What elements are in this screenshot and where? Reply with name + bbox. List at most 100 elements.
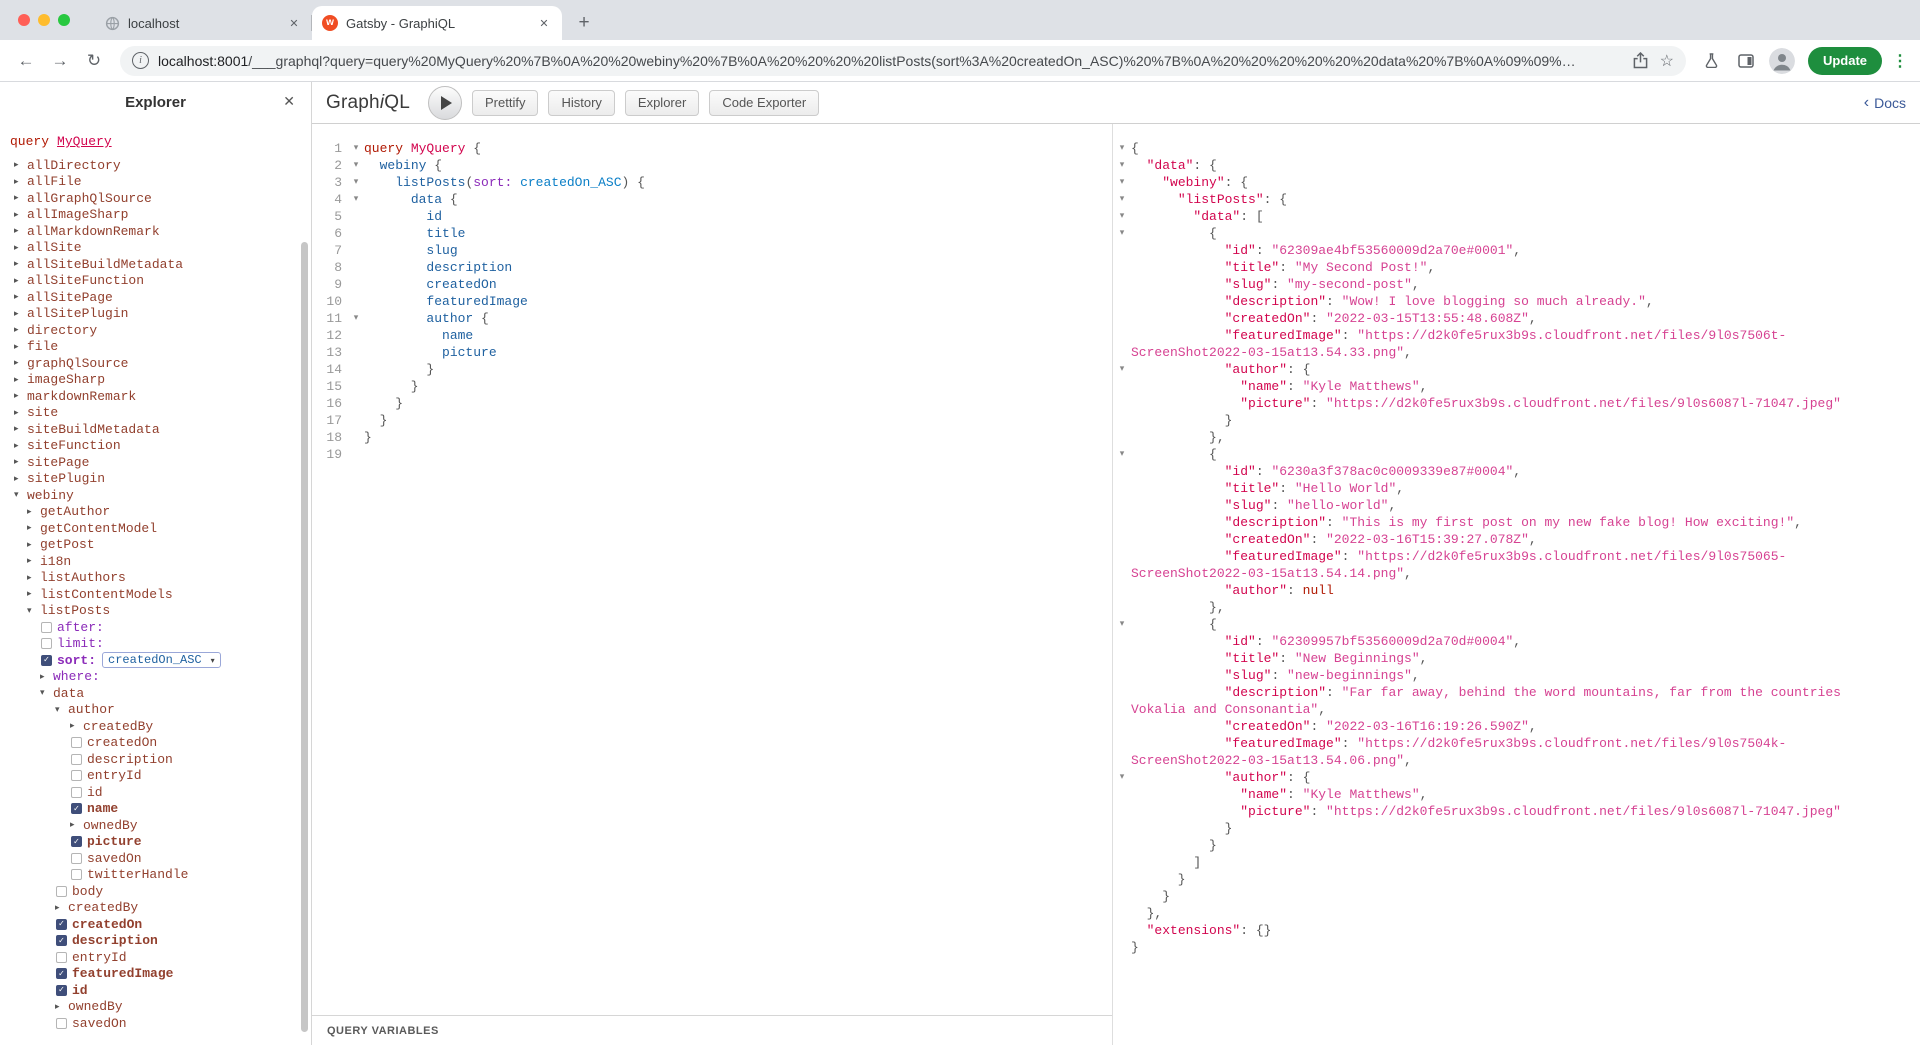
- explorer-node-getContentModel[interactable]: ▸getContentModel: [0, 520, 311, 537]
- explorer-node-featuredImage[interactable]: ✓featuredImage: [0, 966, 311, 983]
- fold-arrow-icon[interactable]: ▾: [1113, 361, 1131, 378]
- chevron-right-icon[interactable]: ▸: [14, 160, 27, 170]
- chevron-right-icon[interactable]: ▸: [14, 325, 27, 335]
- explorer-node-listAuthors[interactable]: ▸listAuthors: [0, 570, 311, 587]
- chevron-right-icon[interactable]: ▸: [14, 276, 27, 286]
- chevron-right-icon[interactable]: ▸: [14, 193, 27, 203]
- chevron-right-icon[interactable]: ▸: [27, 540, 40, 550]
- checkbox-checked-icon[interactable]: ✓: [56, 968, 67, 979]
- history-button[interactable]: History: [548, 90, 614, 116]
- explorer-node-entryId[interactable]: entryId: [0, 949, 311, 966]
- explorer-node-siteBuildMetadata[interactable]: ▸siteBuildMetadata: [0, 421, 311, 438]
- close-tab-icon[interactable]: ✕: [286, 15, 302, 31]
- checkbox-unchecked-icon[interactable]: [56, 1018, 67, 1029]
- explorer-node-body[interactable]: body: [0, 883, 311, 900]
- explorer-node-graphQlSource[interactable]: ▸graphQlSource: [0, 355, 311, 372]
- explorer-node-twitterHandle[interactable]: twitterHandle: [0, 867, 311, 884]
- fold-arrow-icon[interactable]: ▾: [1113, 191, 1131, 208]
- explorer-node-allSiteBuildMetadata[interactable]: ▸allSiteBuildMetadata: [0, 256, 311, 273]
- explorer-node-imageSharp[interactable]: ▸imageSharp: [0, 372, 311, 389]
- chevron-right-icon[interactable]: ▸: [70, 820, 83, 830]
- chevron-right-icon[interactable]: ▸: [14, 424, 27, 434]
- fold-arrow-icon[interactable]: ▾: [348, 174, 364, 191]
- chevron-right-icon[interactable]: ▸: [14, 375, 27, 385]
- operation-name[interactable]: MyQuery: [57, 134, 112, 149]
- explorer-node-getAuthor[interactable]: ▸getAuthor: [0, 504, 311, 521]
- code-exporter-button[interactable]: Code Exporter: [709, 90, 819, 116]
- chevron-right-icon[interactable]: ▸: [14, 358, 27, 368]
- explorer-node-createdBy[interactable]: ▸createdBy: [0, 718, 311, 735]
- chevron-right-icon[interactable]: ▸: [27, 573, 40, 583]
- browser-menu-icon[interactable]: ⋮: [1890, 51, 1910, 71]
- explorer-node-sitePlugin[interactable]: ▸sitePlugin: [0, 471, 311, 488]
- checkbox-unchecked-icon[interactable]: [71, 754, 82, 765]
- chevron-right-icon[interactable]: ▸: [14, 391, 27, 401]
- side-panel-icon[interactable]: [1730, 46, 1762, 76]
- fold-arrow-icon[interactable]: ▾: [1113, 157, 1131, 174]
- close-window-button[interactable]: [18, 14, 30, 26]
- explorer-node-createdOn[interactable]: createdOn: [0, 735, 311, 752]
- explorer-node-id[interactable]: id: [0, 784, 311, 801]
- checkbox-checked-icon[interactable]: ✓: [71, 803, 82, 814]
- close-explorer-icon[interactable]: ✕: [283, 93, 295, 110]
- execute-query-button[interactable]: [428, 86, 462, 120]
- chevron-down-icon[interactable]: ▾: [27, 606, 40, 616]
- explorer-node-site[interactable]: ▸site: [0, 405, 311, 422]
- checkbox-checked-icon[interactable]: ✓: [56, 985, 67, 996]
- tab-gatsby-graphiql[interactable]: w Gatsby - GraphiQL ✕: [312, 6, 562, 40]
- explorer-node-entryId[interactable]: entryId: [0, 768, 311, 785]
- explorer-node-sitePage[interactable]: ▸sitePage: [0, 454, 311, 471]
- explorer-node-createdOn[interactable]: ✓createdOn: [0, 916, 311, 933]
- fold-arrow-icon[interactable]: ▾: [1113, 208, 1131, 225]
- explorer-node-sort[interactable]: ✓sort:createdOn_ASC▾: [0, 652, 311, 669]
- chevron-down-icon[interactable]: ▾: [14, 490, 27, 500]
- address-bar[interactable]: i localhost:8001/___graphql?query=query%…: [120, 46, 1686, 76]
- bookmark-star-icon[interactable]: ☆: [1660, 51, 1674, 71]
- docs-toggle-button[interactable]: ‹ Docs: [1864, 95, 1906, 111]
- explorer-node-savedOn[interactable]: savedOn: [0, 1015, 311, 1032]
- chevron-right-icon[interactable]: ▸: [14, 210, 27, 220]
- explorer-node-ownedBy[interactable]: ▸ownedBy: [0, 817, 311, 834]
- chevron-right-icon[interactable]: ▸: [27, 507, 40, 517]
- checkbox-checked-icon[interactable]: ✓: [56, 919, 67, 930]
- explorer-node-listContentModels[interactable]: ▸listContentModels: [0, 586, 311, 603]
- fold-arrow-icon[interactable]: ▾: [1113, 769, 1131, 786]
- chevron-right-icon[interactable]: ▸: [14, 259, 27, 269]
- checkbox-checked-icon[interactable]: ✓: [71, 836, 82, 847]
- explorer-node-createdBy[interactable]: ▸createdBy: [0, 900, 311, 917]
- fold-arrow-icon[interactable]: ▾: [1113, 616, 1131, 633]
- explorer-node-id[interactable]: ✓id: [0, 982, 311, 999]
- explorer-node-name[interactable]: ✓name: [0, 801, 311, 818]
- explorer-node-allGraphQlSource[interactable]: ▸allGraphQlSource: [0, 190, 311, 207]
- explorer-node-markdownRemark[interactable]: ▸markdownRemark: [0, 388, 311, 405]
- explorer-node-data[interactable]: ▾data: [0, 685, 311, 702]
- checkbox-unchecked-icon[interactable]: [71, 869, 82, 880]
- explorer-node-where[interactable]: ▸where:: [0, 669, 311, 686]
- chevron-right-icon[interactable]: ▸: [55, 1002, 68, 1012]
- checkbox-unchecked-icon[interactable]: [71, 853, 82, 864]
- close-tab-icon[interactable]: ✕: [536, 15, 552, 31]
- share-icon[interactable]: [1633, 52, 1648, 69]
- explorer-node-webiny[interactable]: ▾webiny: [0, 487, 311, 504]
- explorer-node-file[interactable]: ▸file: [0, 339, 311, 356]
- explorer-node-after[interactable]: after:: [0, 619, 311, 636]
- query-editor[interactable]: 1▾query MyQuery {2▾ webiny {3▾ listPosts…: [312, 124, 1112, 1015]
- site-info-icon[interactable]: i: [132, 52, 149, 69]
- explorer-node-allSitePlugin[interactable]: ▸allSitePlugin: [0, 306, 311, 323]
- chevron-right-icon[interactable]: ▸: [14, 309, 27, 319]
- explorer-node-directory[interactable]: ▸directory: [0, 322, 311, 339]
- explorer-node-allDirectory[interactable]: ▸allDirectory: [0, 157, 311, 174]
- checkbox-unchecked-icon[interactable]: [71, 787, 82, 798]
- chevron-right-icon[interactable]: ▸: [27, 523, 40, 533]
- explorer-node-ownedBy[interactable]: ▸ownedBy: [0, 999, 311, 1016]
- fold-arrow-icon[interactable]: ▾: [348, 140, 364, 157]
- explorer-node-allFile[interactable]: ▸allFile: [0, 174, 311, 191]
- fullscreen-window-button[interactable]: [58, 14, 70, 26]
- chevron-right-icon[interactable]: ▸: [55, 903, 68, 913]
- checkbox-unchecked-icon[interactable]: [71, 737, 82, 748]
- explorer-node-listPosts[interactable]: ▾listPosts: [0, 603, 311, 620]
- explorer-node-picture[interactable]: ✓picture: [0, 834, 311, 851]
- explorer-node-allSitePage[interactable]: ▸allSitePage: [0, 289, 311, 306]
- checkbox-checked-icon[interactable]: ✓: [41, 655, 52, 666]
- explorer-toggle-button[interactable]: Explorer: [625, 90, 699, 116]
